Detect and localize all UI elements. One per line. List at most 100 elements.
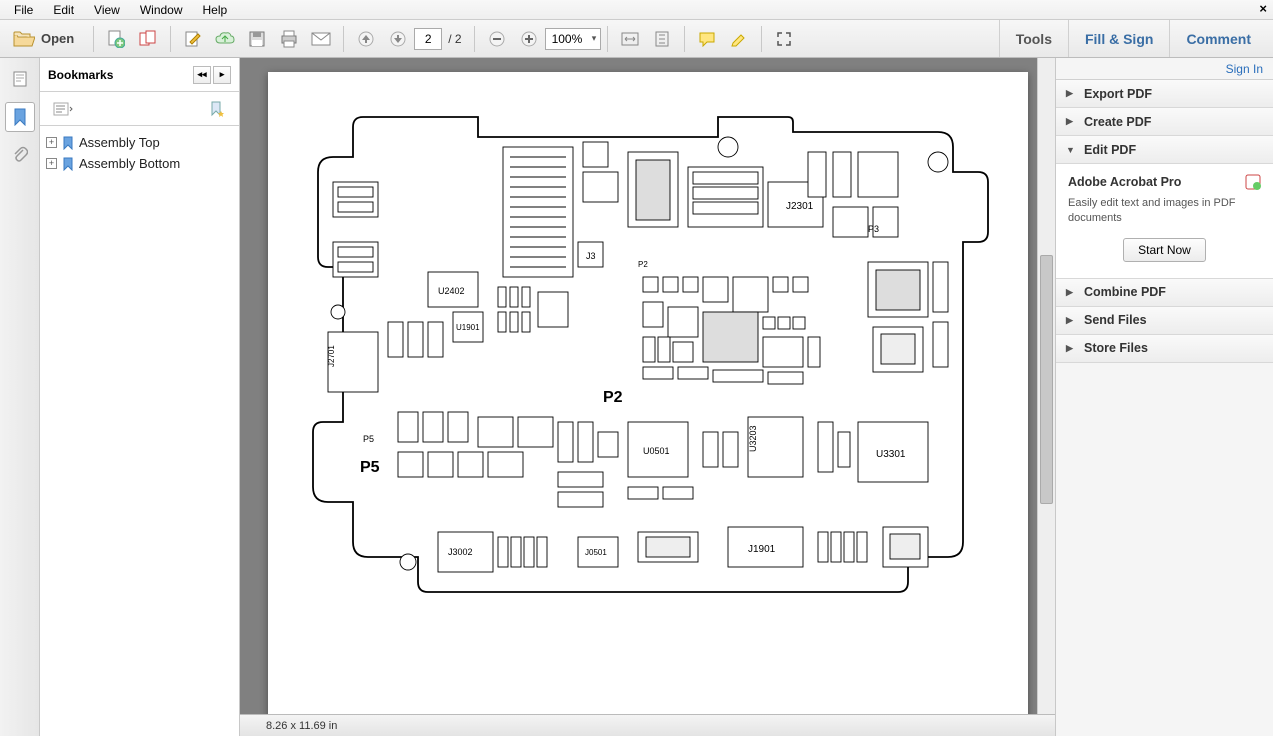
scrollbar-thumb[interactable] xyxy=(1040,255,1053,504)
collapse-panel-button[interactable]: ◂◂ xyxy=(193,66,211,84)
start-now-button[interactable]: Start Now xyxy=(1123,238,1206,262)
separator xyxy=(474,26,475,52)
section-label: Combine PDF xyxy=(1084,285,1166,299)
create-pdf-button[interactable] xyxy=(102,25,130,53)
close-panel-button[interactable]: ▸ xyxy=(213,66,231,84)
tool-section-edit[interactable]: ▼ Edit PDF xyxy=(1056,136,1273,164)
page-number-input[interactable] xyxy=(414,28,442,50)
folder-open-icon xyxy=(13,30,35,48)
open-label: Open xyxy=(41,31,74,46)
zoom-select[interactable]: 100% xyxy=(545,28,602,50)
separator xyxy=(343,26,344,52)
bookmarks-list: + Assembly Top + Assembly Bottom xyxy=(40,126,239,736)
status-bar: 8.26 x 11.69 in xyxy=(240,714,1055,736)
svg-text:U3301: U3301 xyxy=(876,449,906,460)
bookmark-item[interactable]: + Assembly Bottom xyxy=(44,153,235,174)
section-label: Edit PDF xyxy=(1084,143,1136,157)
chevron-right-icon: ▶ xyxy=(1066,287,1076,298)
tab-comment[interactable]: Comment xyxy=(1169,20,1267,57)
pcb-diagram: J2301 P3 J3 P2 U2402 U1901 J2701 P2 P5 P… xyxy=(298,112,998,622)
save-button[interactable] xyxy=(243,25,271,53)
highlight-button[interactable] xyxy=(725,25,753,53)
close-icon[interactable]: × xyxy=(1259,1,1267,16)
bookmark-item[interactable]: + Assembly Top xyxy=(44,132,235,153)
fit-page-button[interactable] xyxy=(648,25,676,53)
edit-button[interactable] xyxy=(179,25,207,53)
bookmark-options-button[interactable] xyxy=(48,95,78,123)
menu-bar: File Edit View Window Help × xyxy=(0,0,1273,20)
zoom-in-button[interactable] xyxy=(515,25,543,53)
printer-icon xyxy=(279,30,299,48)
page-down-button[interactable] xyxy=(384,25,412,53)
separator xyxy=(93,26,94,52)
fit-width-icon xyxy=(621,31,639,47)
tab-fill-sign[interactable]: Fill & Sign xyxy=(1068,20,1169,57)
bookmark-ribbon-icon xyxy=(61,157,75,171)
print-button[interactable] xyxy=(275,25,303,53)
tool-section-store[interactable]: ▶Store Files xyxy=(1056,335,1273,363)
separator xyxy=(684,26,685,52)
chevron-down-icon: ▼ xyxy=(1066,145,1076,155)
sign-in-link[interactable]: Sign In xyxy=(1226,62,1263,76)
fit-page-icon xyxy=(653,31,671,47)
tab-tools[interactable]: Tools xyxy=(999,20,1068,57)
page-total-label: / 2 xyxy=(448,32,461,46)
fullscreen-button[interactable] xyxy=(770,25,798,53)
chevron-right-icon: ▶ xyxy=(1066,116,1076,127)
tool-section-create[interactable]: ▶Create PDF xyxy=(1056,108,1273,136)
email-button[interactable] xyxy=(307,25,335,53)
bookmarks-panel: Bookmarks ◂◂ ▸ + Assembly Top + Assembly… xyxy=(40,58,240,736)
separator xyxy=(607,26,608,52)
bookmark-star-icon xyxy=(209,101,225,117)
pages-stack-icon xyxy=(139,30,157,48)
menu-help[interactable]: Help xyxy=(193,1,238,19)
svg-text:U3203: U3203 xyxy=(748,425,758,452)
zoom-out-button[interactable] xyxy=(483,25,511,53)
menu-view[interactable]: View xyxy=(84,1,130,19)
menu-file[interactable]: File xyxy=(4,1,43,19)
tool-section-export[interactable]: ▶Export PDF xyxy=(1056,80,1273,108)
expand-icon[interactable]: + xyxy=(46,137,57,148)
page-up-button[interactable] xyxy=(352,25,380,53)
attachments-nav-button[interactable] xyxy=(5,140,35,170)
menu-edit[interactable]: Edit xyxy=(43,1,84,19)
svg-text:P2: P2 xyxy=(603,389,623,406)
bookmarks-header: Bookmarks ◂◂ ▸ xyxy=(40,58,239,92)
tool-section-combine[interactable]: ▶ Combine PDF xyxy=(1056,279,1273,307)
svg-text:J3: J3 xyxy=(586,251,596,261)
edit-content-desc: Easily edit text and images in PDF docum… xyxy=(1068,196,1261,226)
bookmarks-toolbar xyxy=(40,92,239,126)
pencil-page-icon xyxy=(184,30,202,48)
open-button[interactable]: Open xyxy=(8,25,85,53)
bookmark-label: Assembly Bottom xyxy=(79,156,180,171)
bookmarks-nav-button[interactable] xyxy=(5,102,35,132)
combine-pdf-button[interactable] xyxy=(134,25,162,53)
floppy-disk-icon xyxy=(248,30,266,48)
document-scroll[interactable]: J2301 P3 J3 P2 U2402 U1901 J2701 P2 P5 P… xyxy=(240,58,1055,714)
envelope-icon xyxy=(311,32,331,46)
section-label: Store Files xyxy=(1084,341,1148,355)
section-label: Send Files xyxy=(1084,313,1147,327)
svg-text:J3002: J3002 xyxy=(448,547,473,557)
vertical-scrollbar[interactable] xyxy=(1037,58,1055,714)
main-area: Bookmarks ◂◂ ▸ + Assembly Top + Assembly… xyxy=(0,58,1273,736)
zoom-value: 100% xyxy=(552,32,583,46)
new-bookmark-button[interactable] xyxy=(203,95,231,123)
svg-text:P2: P2 xyxy=(638,260,648,269)
section-label: Export PDF xyxy=(1084,87,1152,101)
arrow-up-icon xyxy=(358,31,374,47)
minus-circle-icon xyxy=(489,31,505,47)
sticky-note-button[interactable] xyxy=(693,25,721,53)
thumbnails-nav-button[interactable] xyxy=(5,64,35,94)
fit-width-button[interactable] xyxy=(616,25,644,53)
tools-pane: Sign In ▶Export PDF ▶Create PDF ▼Edit PD… xyxy=(1055,58,1273,736)
tool-section-send[interactable]: ▶Send Files xyxy=(1056,307,1273,335)
bookmark-label: Assembly Top xyxy=(79,135,160,150)
cloud-upload-icon xyxy=(215,31,235,47)
expand-icon[interactable]: + xyxy=(46,158,57,169)
document-area: J2301 P3 J3 P2 U2402 U1901 J2701 P2 P5 P… xyxy=(240,58,1055,736)
cloud-button[interactable] xyxy=(211,25,239,53)
menu-window[interactable]: Window xyxy=(130,1,193,19)
separator xyxy=(761,26,762,52)
svg-text:J1901: J1901 xyxy=(748,544,776,555)
